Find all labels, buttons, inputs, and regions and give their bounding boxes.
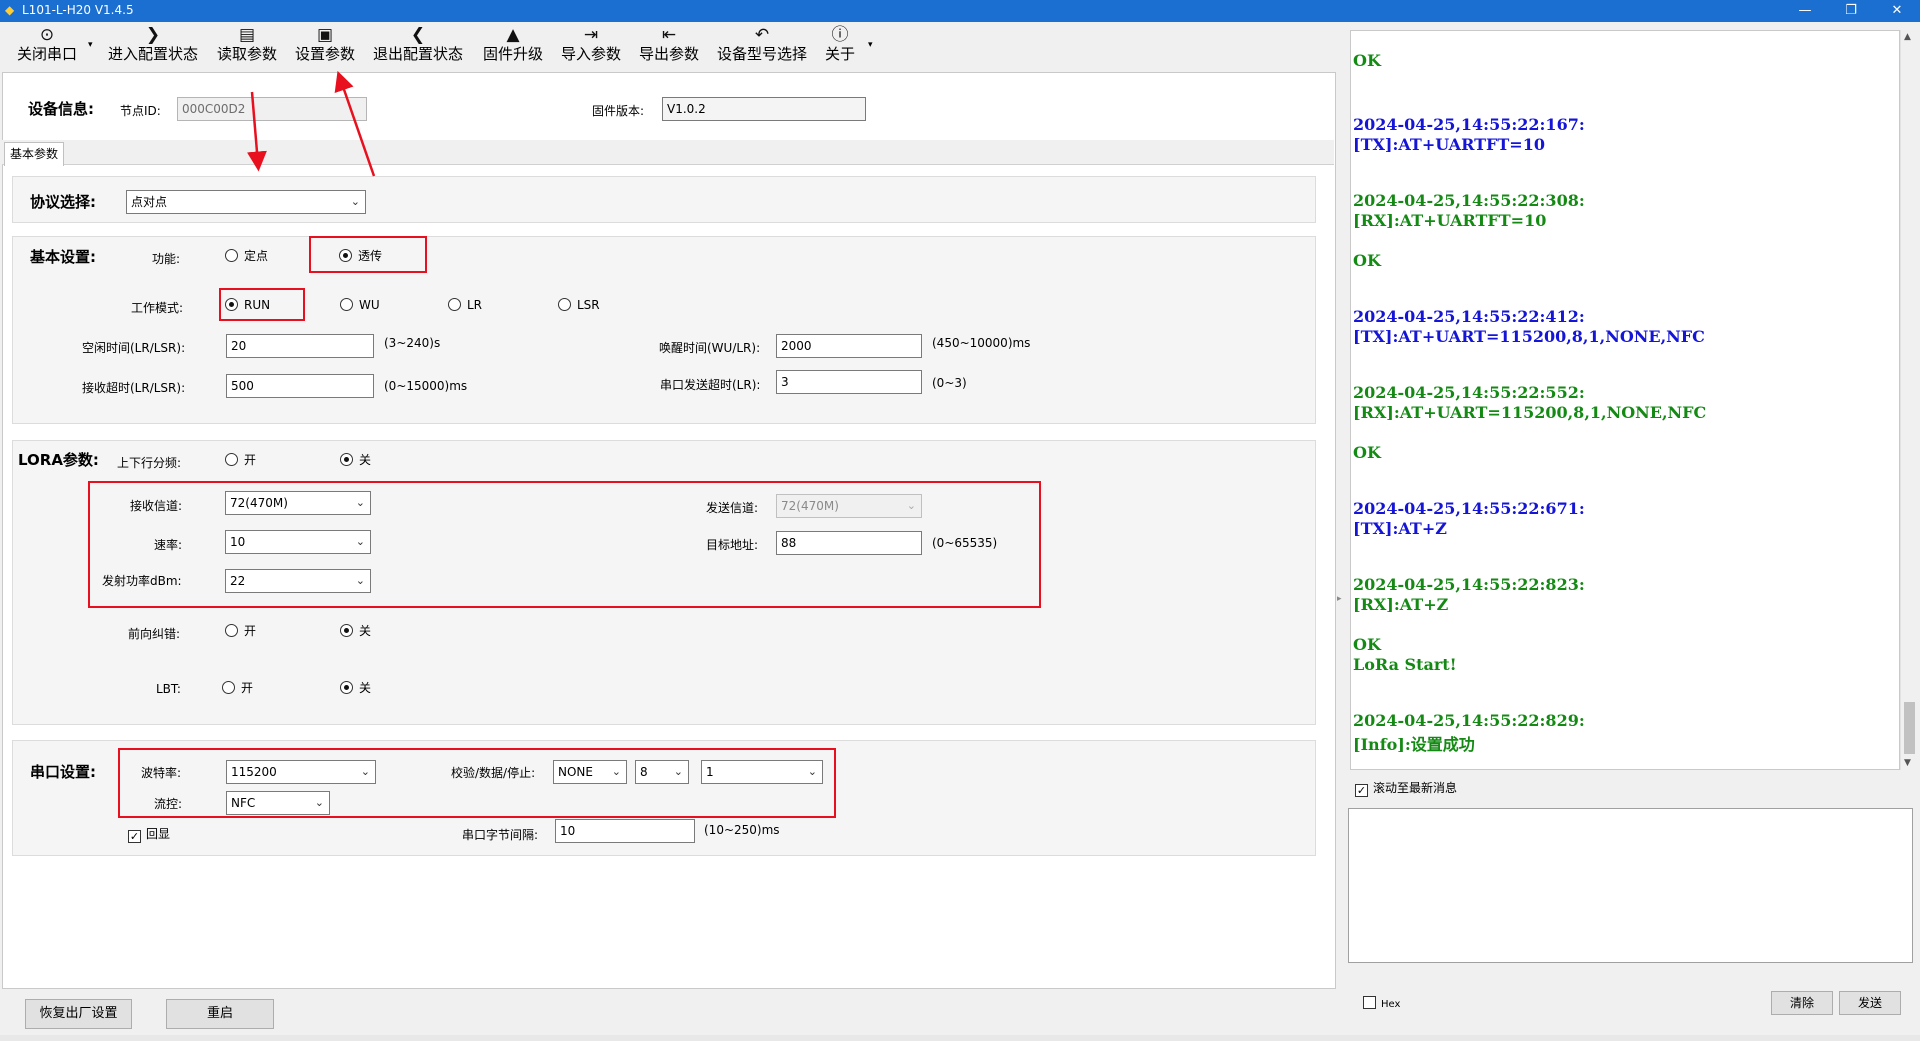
log-line: [RX]:AT+UARTFT=10 — [1353, 211, 1547, 230]
factory-reset-button[interactable]: 恢复出厂设置 — [25, 999, 132, 1029]
scroll-thumb[interactable] — [1904, 702, 1915, 754]
log-line: [TX]:AT+UART=115200,8,1,NONE,NFC — [1353, 327, 1705, 346]
red-arrow — [246, 91, 267, 172]
log-line: [RX]:AT+UART=115200,8,1,NONE,NFC — [1353, 403, 1707, 422]
log-line: 2024-04-25,14:55:22:829: — [1353, 711, 1585, 730]
log-line: [Info]:设置成功 — [1353, 735, 1475, 754]
log-line: 2024-04-25,14:55:22:167: — [1353, 115, 1585, 134]
hex-checkbox[interactable]: Hex — [1363, 996, 1400, 1012]
red-arrow — [334, 70, 376, 177]
scroll-down-icon: ▼ — [1904, 758, 1911, 768]
clear-button[interactable]: 清除 — [1771, 991, 1833, 1015]
log-line: LoRa Start! — [1353, 655, 1457, 674]
log-line: 2024-04-25,14:55:22:308: — [1353, 191, 1585, 210]
log-line: OK — [1353, 251, 1381, 270]
log-line: [TX]:AT+UARTFT=10 — [1353, 135, 1545, 154]
log-scrollbar[interactable]: ▲ ▼ — [1900, 30, 1917, 770]
status-strip — [0, 1035, 1920, 1041]
log-line: [TX]:AT+Z — [1353, 519, 1447, 538]
send-input[interactable] — [1348, 808, 1913, 963]
autoscroll-checkbox[interactable]: ✓ 滚动至最新消息 — [1355, 781, 1457, 797]
restart-button[interactable]: 重启 — [166, 999, 274, 1029]
log-line: OK — [1353, 443, 1381, 462]
log-line: 2024-04-25,14:55:22:552: — [1353, 383, 1585, 402]
log-output[interactable]: OK 2024-04-25,14:55:22:167: [TX]:AT+UARTFT… — [1350, 30, 1900, 770]
log-line: 2024-04-25,14:55:22:671: — [1353, 499, 1585, 518]
splitter[interactable]: ▸ — [1336, 72, 1346, 989]
scroll-up-icon: ▲ — [1904, 32, 1911, 42]
check-icon: ✓ — [1355, 784, 1368, 797]
log-line: 2024-04-25,14:55:22:823: — [1353, 575, 1585, 594]
log-line: 2024-04-25,14:55:22:412: — [1353, 307, 1585, 326]
send-button[interactable]: 发送 — [1839, 991, 1901, 1015]
log-line: [RX]:AT+Z — [1353, 595, 1449, 614]
log-line: OK — [1353, 51, 1381, 70]
chevron-right-icon: ▸ — [1337, 594, 1342, 604]
log-line: OK — [1353, 635, 1381, 654]
